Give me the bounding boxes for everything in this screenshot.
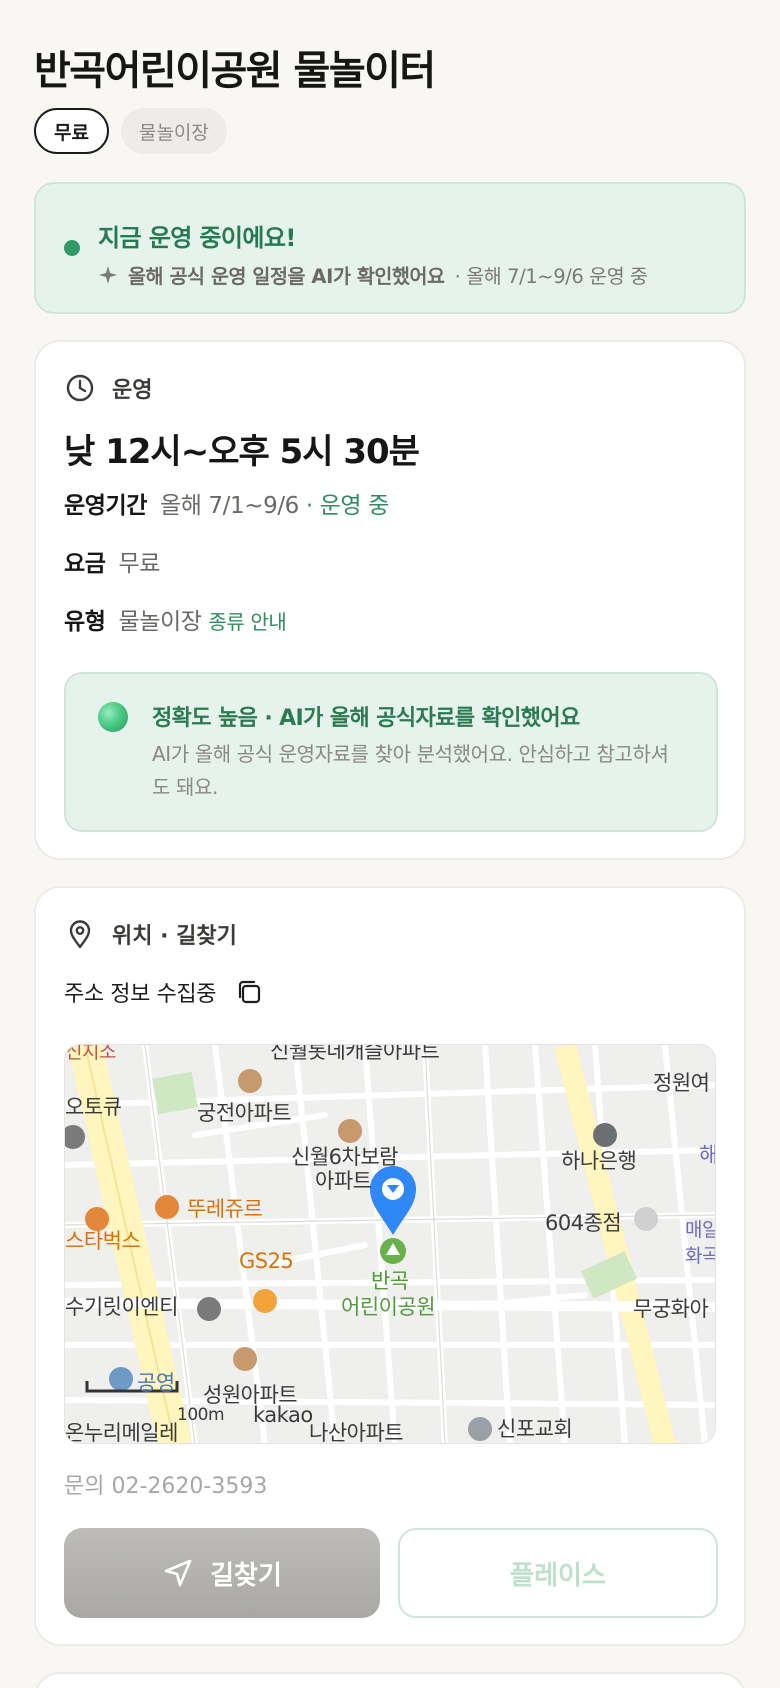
map-label: 수기릿이엔티 <box>65 1295 178 1319</box>
status-detail: 올해 공식 운영 일정을 AI가 확인했어요 · 올해 7/1~9/6 운영 중 <box>98 260 648 289</box>
page: 반곡어린이공원 물놀이터 무료 물놀이장 지금 운영 중이에요! 올해 공식 운… <box>0 0 780 1688</box>
map-label: kakao <box>253 1403 313 1427</box>
page-title: 반곡어린이공원 물놀이터 <box>34 48 436 94</box>
map-label: 신지소 <box>65 1044 116 1063</box>
operation-heading-label: 운영 <box>112 378 153 403</box>
map-label: 해 <box>699 1143 716 1167</box>
fee-row: 요금 무료 <box>64 544 160 578</box>
map-label: 정원여 <box>653 1071 710 1095</box>
map-label: 무궁화아 <box>633 1297 709 1321</box>
map-label: 나산아파트 <box>309 1421 404 1444</box>
sparkle-icon <box>99 265 117 284</box>
status-title: 지금 운영 중이에요! <box>98 224 296 252</box>
operating-hours: 낮 12시~오후 5시 30분 <box>64 432 420 472</box>
status-ai-note: 올해 공식 운영 일정을 AI가 확인했어요 <box>128 265 445 288</box>
type-value: 물놀이장 <box>118 609 202 635</box>
location-heading-label: 위치 · 길찾기 <box>112 924 237 949</box>
period-status: · 운영 중 <box>305 493 389 519</box>
map-label: 온누리메일레 <box>65 1421 178 1444</box>
type-label: 유형 <box>64 609 106 635</box>
map-label: 하나은행 <box>561 1149 637 1173</box>
operation-heading: 운영 <box>64 372 152 404</box>
map-label: 604종점 <box>545 1211 622 1235</box>
status-banner: 지금 운영 중이에요! 올해 공식 운영 일정을 AI가 확인했어요 · 올해 … <box>34 182 746 314</box>
period-row: 운영기간 올해 7/1~9/6 · 운영 중 <box>64 486 389 520</box>
accuracy-description: AI가 올해 공식 운영자료를 찾아 분석했어요. 안심하고 참고하셔도 돼요. <box>152 742 669 799</box>
map-label: 오토큐 <box>65 1095 122 1119</box>
accuracy-box: 정확도 높음 · AI가 올해 공식자료를 확인했어요 AI가 올해 공식 운영… <box>64 672 718 832</box>
map-label: 아파트 <box>315 1169 372 1193</box>
map-scale-label: 100m <box>177 1405 225 1425</box>
place-button[interactable]: 플레이스 <box>398 1528 718 1618</box>
fee-label: 요금 <box>64 551 106 577</box>
status-dot-icon <box>64 240 80 256</box>
copy-icon[interactable] <box>234 977 264 1007</box>
map-view[interactable]: 신지소 신월롯데캐슬아파트 정원여 오토큐 궁전아파트 신월6차보람 아파트 하… <box>64 1044 716 1444</box>
map-label: 어린이공원 <box>341 1295 436 1319</box>
contact-phone[interactable]: 문의 02-2620-3593 <box>64 1468 267 1500</box>
accuracy-orb-icon <box>98 702 128 732</box>
address-row: 주소 정보 수집중 <box>64 976 264 1008</box>
location-pin-icon <box>69 920 91 949</box>
address-text: 주소 정보 수집중 <box>64 982 217 1007</box>
accuracy-title: 정확도 높음 · AI가 올해 공식자료를 확인했어요 <box>152 706 580 731</box>
route-button-label: 길찾기 <box>210 1559 282 1590</box>
operation-card: 운영 낮 12시~오후 5시 30분 운영기간 올해 7/1~9/6 · 운영 … <box>34 340 746 860</box>
type-guide-link[interactable]: 종류 안내 <box>208 610 286 634</box>
map-label: 뚜레쥬르 <box>187 1197 263 1221</box>
location-card: 위치 · 길찾기 주소 정보 수집중 신지소 신월롯데캐슬아파트 정원여 오토큐… <box>34 886 746 1646</box>
tag-type[interactable]: 물놀이장 <box>120 108 227 154</box>
type-row: 유형 물놀이장 종류 안내 <box>64 602 287 636</box>
map-label: GS25 <box>239 1249 294 1273</box>
map-label: 스타벅스 <box>65 1229 141 1253</box>
tag-fee[interactable]: 무료 <box>34 108 109 154</box>
period-value: 올해 7/1~9/6 <box>159 493 299 519</box>
navigation-arrow-icon <box>164 1559 192 1587</box>
location-heading: 위치 · 길찾기 <box>64 918 237 950</box>
map-label: 공영 <box>137 1371 175 1395</box>
map-label: 신포교회 <box>497 1417 573 1441</box>
tag-list: 무료 물놀이장 <box>34 108 227 154</box>
next-card-edge <box>34 1672 746 1688</box>
map-label: 신월롯데캐슬아파트 <box>270 1044 440 1063</box>
map-label: 화곡 <box>685 1245 716 1267</box>
status-period-note: · 올해 7/1~9/6 운영 중 <box>454 265 648 288</box>
map-label: 궁전아파트 <box>197 1101 292 1125</box>
route-button[interactable]: 길찾기 <box>64 1528 380 1618</box>
fee-value: 무료 <box>118 551 160 577</box>
map-label: 매일 <box>685 1219 716 1241</box>
period-label: 운영기간 <box>64 493 148 519</box>
clock-icon <box>66 374 94 402</box>
